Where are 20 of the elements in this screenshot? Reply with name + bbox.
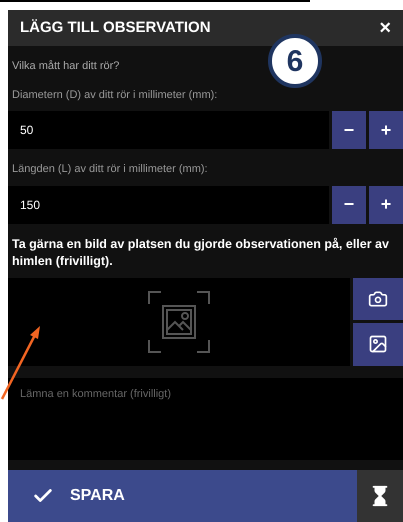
image-placeholder-icon — [147, 290, 211, 354]
dialog-title: LÄGG TILL OBSERVATION — [20, 18, 211, 38]
field-label: Längden (L) av ditt rör i millimeter (mm): — [11, 162, 209, 177]
comment-field[interactable]: Lämna en kommentar (frivilligt) — [8, 378, 403, 460]
camera-button[interactable] — [353, 278, 403, 320]
hourglass-button[interactable] — [357, 470, 403, 522]
minus-button[interactable]: − — [332, 111, 366, 149]
close-button[interactable]: × — [379, 18, 391, 38]
field-label: Diametern (D) av ditt rör i millimeter (mm): — [11, 88, 218, 102]
question-text: Vilka mått har ditt rör? — [12, 59, 120, 74]
number-field[interactable]: 150 — [8, 186, 329, 224]
camera-icon — [368, 288, 388, 309]
gallery-button[interactable] — [353, 323, 403, 366]
plus-button[interactable]: + — [369, 111, 403, 149]
save-button[interactable]: SPARA — [8, 470, 357, 522]
plus-button[interactable]: + — [369, 186, 403, 224]
minus-button[interactable]: − — [332, 186, 366, 224]
photo-prompt: Ta gärna en bild av platsen du gjorde observationen på, eller av himlen (frivilligt). — [11, 236, 390, 270]
number-field[interactable]: 50 — [8, 111, 329, 149]
image-icon — [368, 334, 388, 354]
